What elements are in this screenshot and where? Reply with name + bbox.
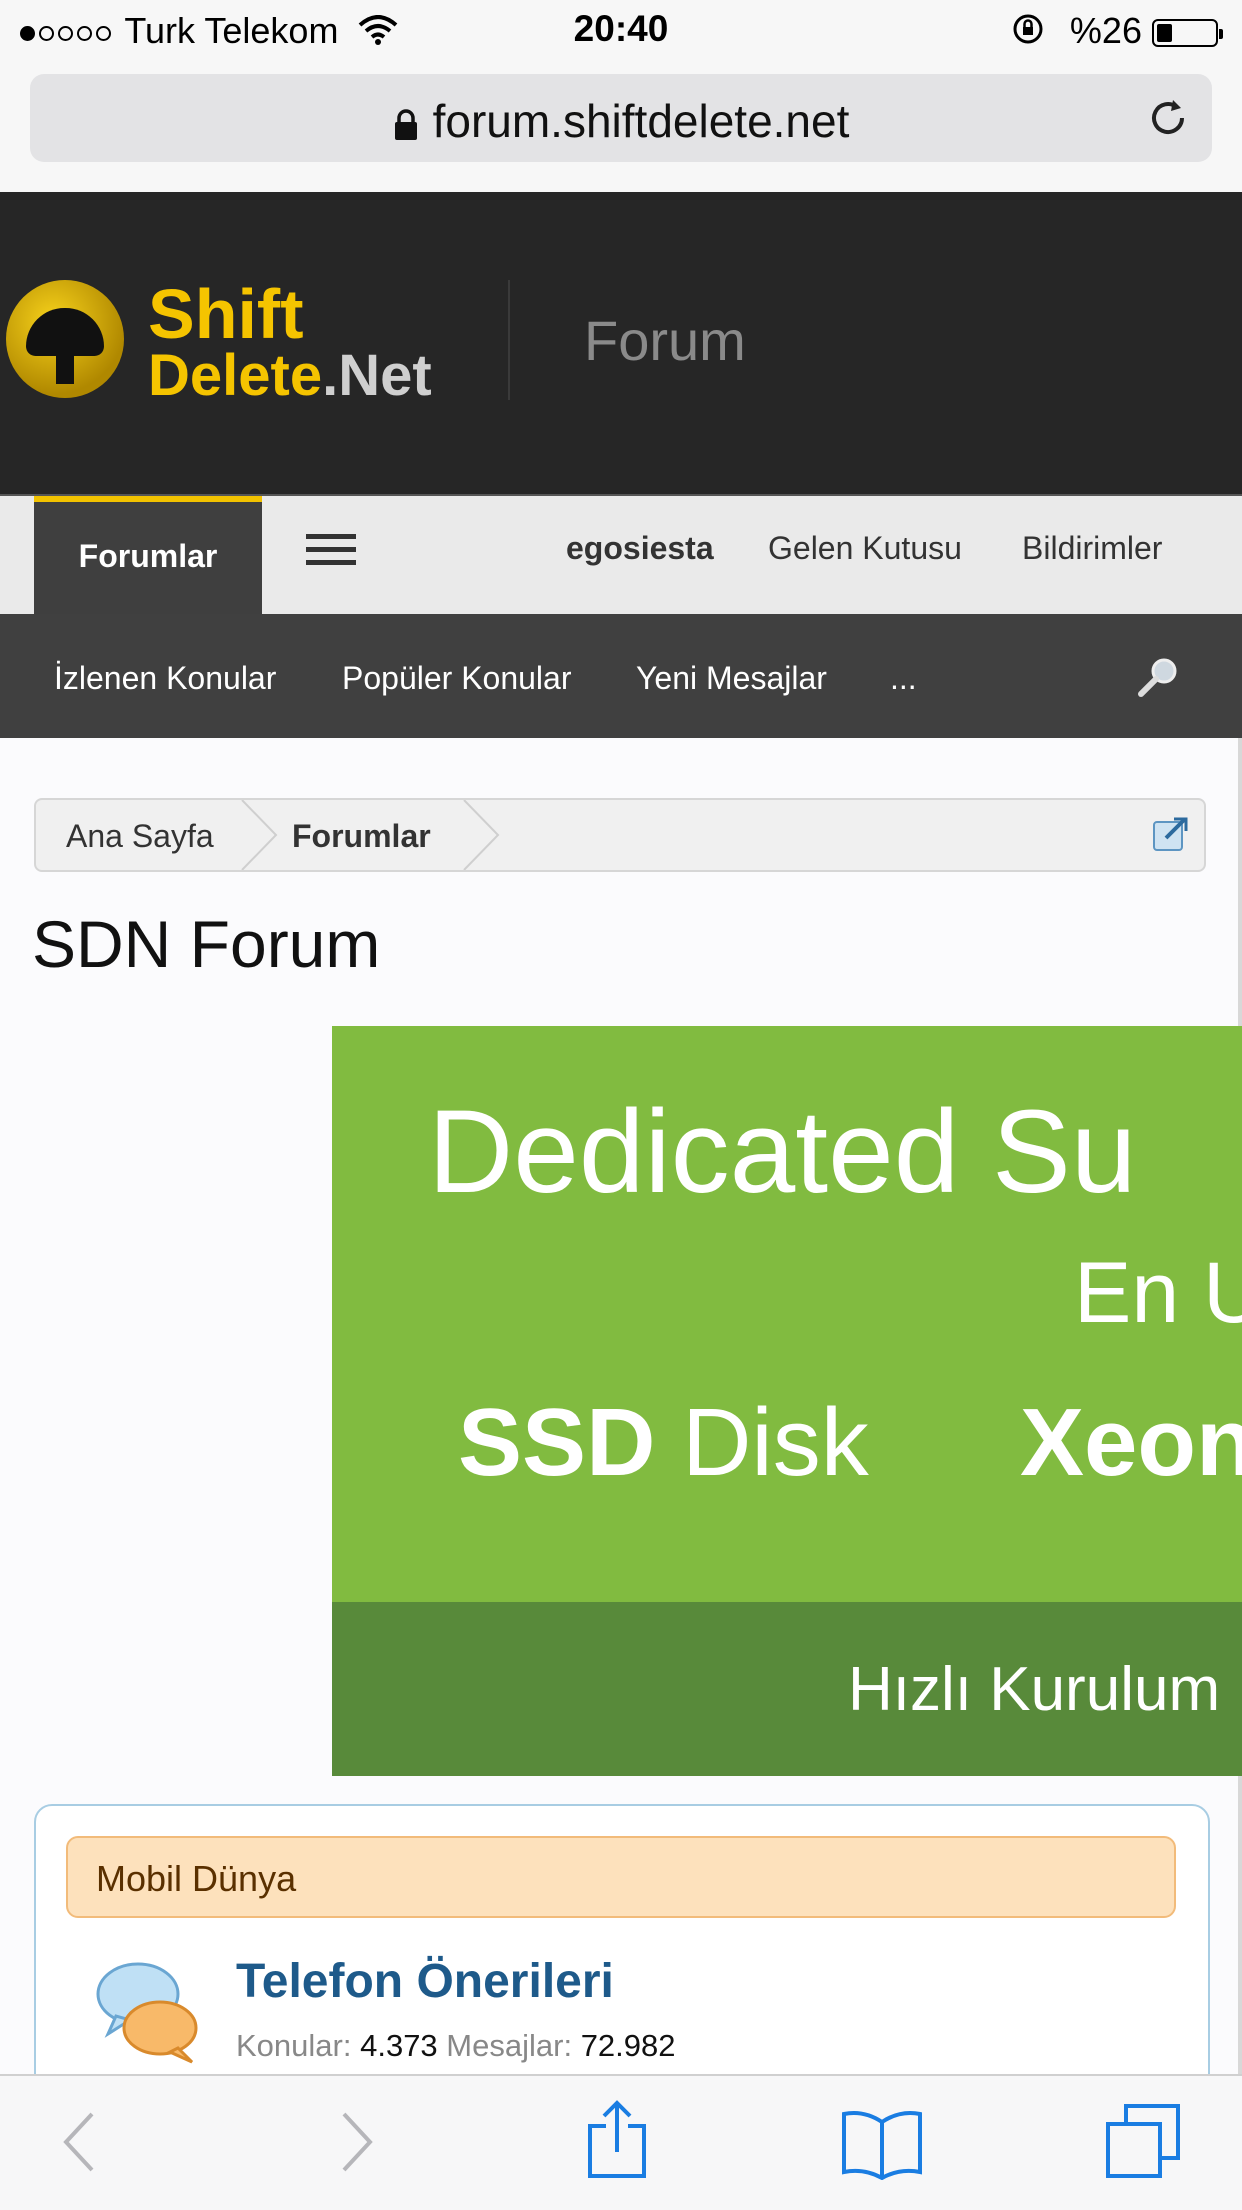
- subnav-watched[interactable]: İzlenen Konular: [54, 660, 276, 697]
- header-divider: [508, 280, 510, 400]
- threads-label: Konular:: [236, 2028, 352, 2063]
- subnav-new-posts[interactable]: Yeni Mesajlar: [636, 660, 827, 697]
- banner-footer-strip: Hızlı Kurulum: [332, 1602, 1242, 1776]
- search-icon[interactable]: [1136, 656, 1180, 705]
- header-section-title: Forum: [584, 309, 746, 372]
- battery-icon: [1152, 19, 1223, 48]
- url-text: forum.shiftdelete.net: [432, 95, 850, 147]
- forum-stats: Konular: 4.373 Mesajlar: 72.982: [236, 2028, 676, 2064]
- banner-footer-text: Hızlı Kurulum: [848, 1655, 1221, 1724]
- address-bar[interactable]: forum.shiftdelete.net: [30, 74, 1212, 162]
- advert-banner[interactable]: Dedicated Su En U SSD Disk Xeon Hızlı Ku…: [332, 1026, 1242, 1776]
- tab-forumlar[interactable]: Forumlar: [34, 496, 262, 616]
- reload-icon[interactable]: [1146, 96, 1190, 152]
- browser-toolbar: [0, 2074, 1242, 2210]
- breadcrumb-forums[interactable]: Forumlar: [292, 818, 431, 855]
- main-nav: Forumlar egosiesta Gelen Kutusu Bildirim…: [0, 494, 1242, 616]
- address-text[interactable]: forum.shiftdelete.net: [30, 94, 1212, 152]
- banner-feature-xeon: Xeon: [1020, 1389, 1242, 1496]
- logo-icon[interactable]: [6, 280, 124, 398]
- messages-count: 72.982: [580, 2028, 676, 2063]
- bookmarks-icon[interactable]: [840, 2110, 924, 2180]
- inbox-link[interactable]: Gelen Kutusu: [768, 530, 962, 567]
- breadcrumb-home[interactable]: Ana Sayfa: [66, 818, 214, 855]
- lock-icon: [393, 98, 419, 152]
- subnav-popular[interactable]: Popüler Konular: [342, 660, 571, 697]
- category-title: Mobil Dünya: [96, 1858, 297, 1899]
- banner-headline: Dedicated Su: [428, 1086, 1137, 1218]
- logo-net: .Net: [322, 343, 432, 408]
- back-icon[interactable]: [60, 2110, 100, 2174]
- breadcrumb-separator-icon: [241, 800, 278, 870]
- forum-chat-bubbles-icon: [96, 1962, 198, 2064]
- logo-text-line2[interactable]: Delete.Net: [148, 342, 432, 409]
- category-header[interactable]: Mobil Dünya: [66, 1836, 1176, 1918]
- breadcrumb: Ana Sayfa Forumlar: [34, 798, 1206, 872]
- status-right: %26: [1012, 10, 1223, 54]
- banner-subline: En U: [1074, 1245, 1242, 1341]
- forward-icon[interactable]: [336, 2110, 376, 2174]
- banner-feature-ssd: SSD Disk: [458, 1389, 869, 1496]
- external-link-icon[interactable]: [1152, 816, 1190, 852]
- threads-count: 4.373: [360, 2028, 438, 2063]
- battery-percent: %26: [1069, 10, 1142, 51]
- messages-label: Mesajlar:: [446, 2028, 573, 2063]
- hamburger-menu-icon[interactable]: [306, 534, 356, 573]
- rotation-lock-icon: [1012, 12, 1044, 54]
- main-content: Ana Sayfa Forumlar SDN Forum Dedicated S…: [0, 738, 1242, 2124]
- share-icon[interactable]: [586, 2100, 648, 2180]
- browser-chrome: forum.shiftdelete.net: [0, 62, 1242, 192]
- logo-delete: Delete: [148, 343, 323, 408]
- site-header: Shift Delete.Net Forum: [0, 192, 1242, 494]
- sub-nav: İzlenen Konular Popüler Konular Yeni Mes…: [0, 614, 1242, 738]
- tabs-icon[interactable]: [1104, 2102, 1184, 2182]
- user-menu[interactable]: egosiesta: [566, 530, 714, 567]
- page-title: SDN Forum: [32, 907, 381, 981]
- alerts-link[interactable]: Bildirimler: [1022, 530, 1162, 567]
- forum-link[interactable]: Telefon Önerileri: [236, 1954, 614, 2009]
- breadcrumb-separator-icon: [463, 800, 500, 870]
- subnav-more[interactable]: ...: [890, 660, 917, 697]
- status-bar: Turk Telekom 20:40 %26: [0, 0, 1242, 62]
